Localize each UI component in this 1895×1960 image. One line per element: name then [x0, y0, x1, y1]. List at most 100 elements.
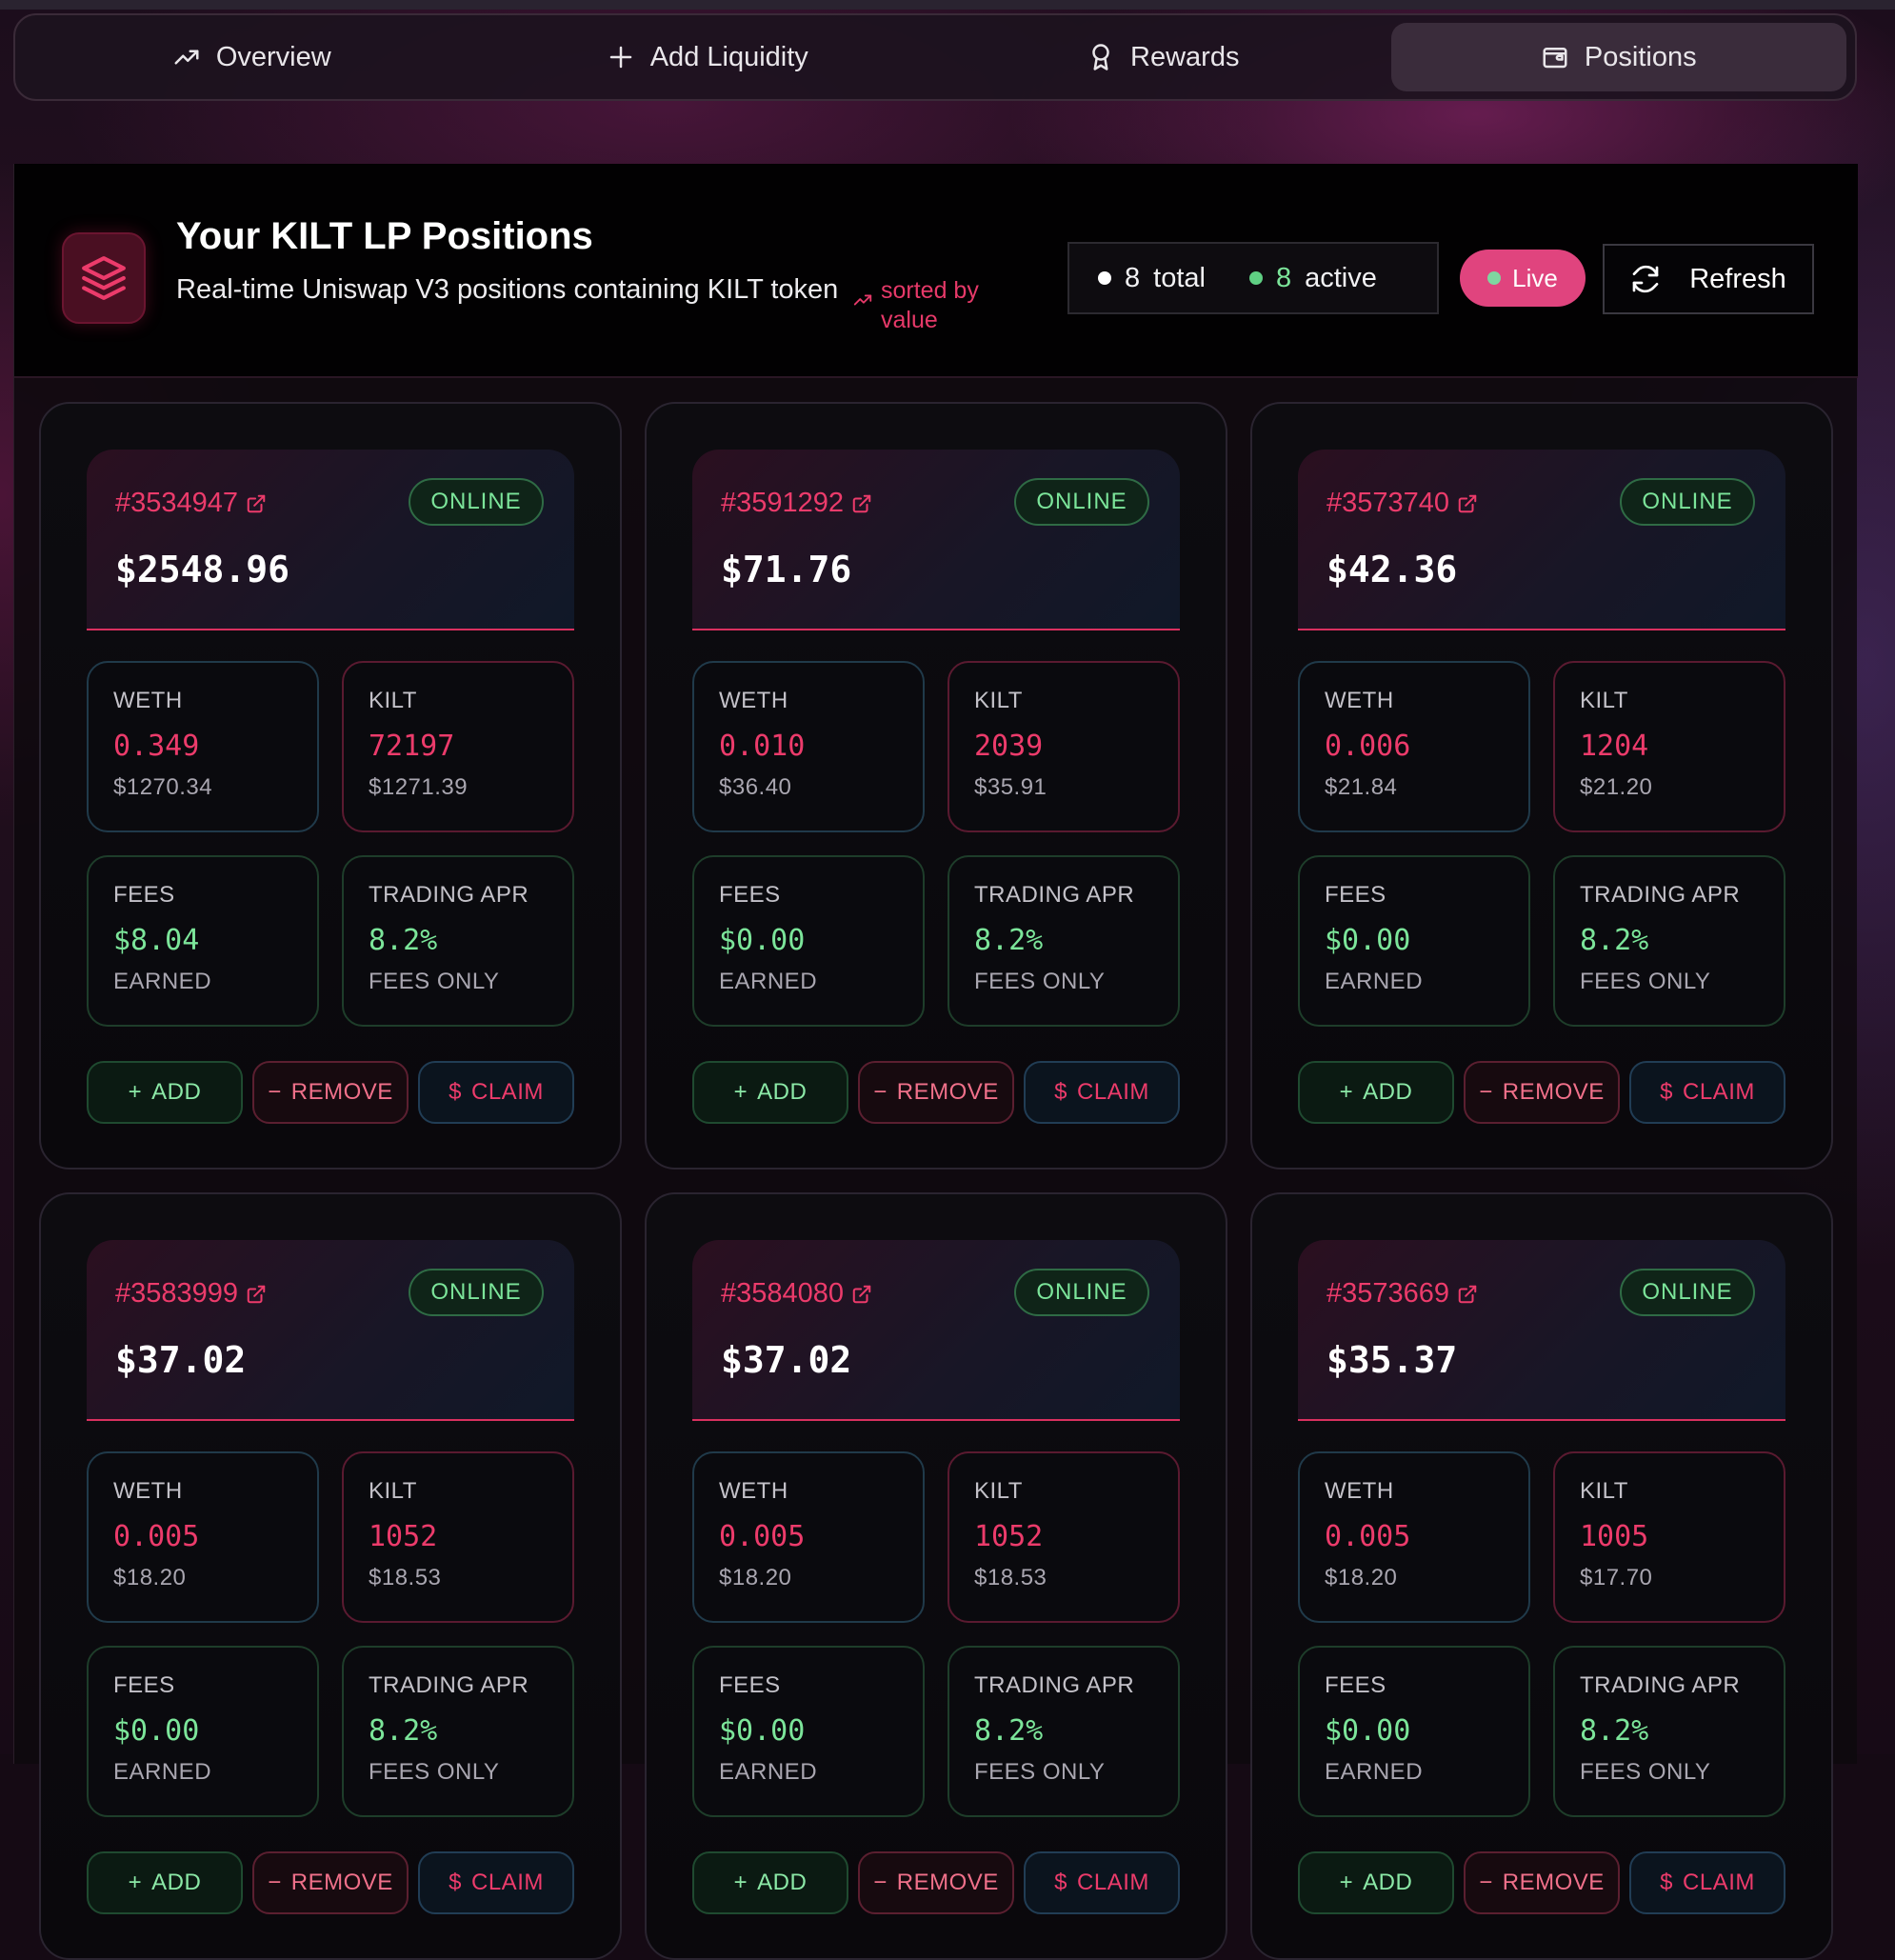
tab-rewards[interactable]: Rewards [935, 23, 1391, 91]
apr-value: 8.2% [974, 1714, 1178, 1748]
claim-label: CLAIM [471, 1079, 544, 1106]
fees-label: FEES [1325, 882, 1528, 909]
kilt-usd: $1271.39 [369, 774, 572, 801]
trend-icon [172, 43, 201, 71]
weth-amount: 0.006 [1325, 730, 1528, 763]
position-id-link[interactable]: #3573669 [1326, 1278, 1478, 1310]
claim-button[interactable]: $ CLAIM [418, 1851, 574, 1914]
dollar-icon: $ [449, 1079, 462, 1106]
remove-label: REMOVE [1503, 1870, 1605, 1896]
apr-value: 8.2% [1580, 924, 1784, 957]
fees-tile: FEES $0.00 EARNED [87, 1646, 319, 1817]
tab-positions[interactable]: Positions [1391, 23, 1847, 91]
position-card-header: #3591292 ONLINE $71.76 [692, 450, 1180, 630]
position-id-link[interactable]: #3573740 [1326, 488, 1478, 519]
fees-label: FEES [1325, 1672, 1528, 1699]
remove-button[interactable]: − REMOVE [858, 1061, 1014, 1124]
fees-amount: $0.00 [1325, 1714, 1528, 1748]
fees-tile: FEES $0.00 EARNED [1298, 1646, 1530, 1817]
position-value: $2548.96 [115, 549, 289, 590]
apr-tile: TRADING APR 8.2% FEES ONLY [948, 1646, 1180, 1817]
claim-label: CLAIM [1077, 1870, 1149, 1896]
total-label: total [1153, 263, 1206, 294]
weth-label: WETH [113, 1478, 317, 1505]
weth-tile: WETH 0.010 $36.40 [692, 661, 925, 832]
external-link-icon [246, 1284, 267, 1305]
position-id-link[interactable]: #3584080 [721, 1278, 872, 1310]
apr-tile: TRADING APR 8.2% FEES ONLY [342, 855, 574, 1027]
position-id-link[interactable]: #3591292 [721, 488, 872, 519]
apr-label: TRADING APR [369, 882, 572, 909]
position-value: $37.02 [721, 1339, 851, 1381]
claim-button[interactable]: $ CLAIM [1629, 1851, 1785, 1914]
sort-indicator: sorted by value [852, 276, 995, 335]
remove-button[interactable]: − REMOVE [252, 1851, 409, 1914]
claim-label: CLAIM [1683, 1079, 1755, 1106]
add-button[interactable]: + ADD [692, 1061, 848, 1124]
kilt-label: KILT [974, 1478, 1178, 1505]
apr-label: TRADING APR [369, 1672, 572, 1699]
active-label: active [1305, 263, 1377, 294]
position-value: $35.37 [1326, 1339, 1457, 1381]
apr-value: 8.2% [1580, 1714, 1784, 1748]
claim-button[interactable]: $ CLAIM [418, 1061, 574, 1124]
remove-button[interactable]: − REMOVE [1464, 1851, 1620, 1914]
kilt-amount: 1052 [974, 1520, 1178, 1553]
claim-button[interactable]: $ CLAIM [1024, 1061, 1180, 1124]
position-id: #3583999 [115, 1278, 238, 1310]
total-stat: 8 total [1098, 263, 1206, 294]
claim-button[interactable]: $ CLAIM [1024, 1851, 1180, 1914]
active-dot-icon [1249, 271, 1263, 285]
plus-icon: + [1340, 1079, 1354, 1106]
kilt-tile: KILT 1052 $18.53 [342, 1451, 574, 1623]
main-nav: Overview Add Liquidity Rewards Positions [13, 13, 1857, 101]
tab-overview[interactable]: Overview [24, 23, 480, 91]
weth-usd: $18.20 [1325, 1565, 1528, 1591]
dollar-icon: $ [1660, 1079, 1673, 1106]
kilt-amount: 72197 [369, 730, 572, 763]
kilt-amount: 2039 [974, 730, 1178, 763]
weth-tile: WETH 0.005 $18.20 [1298, 1451, 1530, 1623]
apr-tile: TRADING APR 8.2% FEES ONLY [1553, 855, 1785, 1027]
position-id-link[interactable]: #3583999 [115, 1278, 267, 1310]
remove-button[interactable]: − REMOVE [252, 1061, 409, 1124]
remove-label: REMOVE [1503, 1079, 1605, 1106]
refresh-label: Refresh [1689, 264, 1786, 295]
tab-label: Overview [216, 42, 331, 73]
kilt-amount: 1052 [369, 1520, 572, 1553]
remove-button[interactable]: − REMOVE [1464, 1061, 1620, 1124]
claim-button[interactable]: $ CLAIM [1629, 1061, 1785, 1124]
position-card-header: #3583999 ONLINE $37.02 [87, 1240, 574, 1421]
remove-label: REMOVE [291, 1079, 393, 1106]
external-link-icon [851, 493, 872, 514]
add-button[interactable]: + ADD [1298, 1851, 1454, 1914]
position-card-header: #3573669 ONLINE $35.37 [1298, 1240, 1785, 1421]
kilt-label: KILT [1580, 1478, 1784, 1505]
fees-tile: FEES $0.00 EARNED [1298, 855, 1530, 1027]
refresh-button[interactable]: Refresh [1603, 244, 1814, 314]
fees-tile: FEES $0.00 EARNED [692, 1646, 925, 1817]
fees-label: FEES [719, 882, 923, 909]
add-button[interactable]: + ADD [87, 1851, 243, 1914]
add-label: ADD [757, 1870, 807, 1896]
kilt-label: KILT [974, 688, 1178, 714]
weth-label: WETH [719, 688, 923, 714]
position-card-header: #3534947 ONLINE $2548.96 [87, 450, 574, 630]
add-button[interactable]: + ADD [692, 1851, 848, 1914]
add-button[interactable]: + ADD [1298, 1061, 1454, 1124]
weth-usd: $18.20 [113, 1565, 317, 1591]
kilt-amount: 1204 [1580, 730, 1784, 763]
live-toggle[interactable]: Live [1460, 250, 1586, 307]
plus-icon: + [734, 1079, 748, 1106]
apr-label: TRADING APR [1580, 882, 1784, 909]
status-badge: ONLINE [409, 1269, 544, 1316]
active-stat: 8 active [1249, 263, 1377, 294]
add-button[interactable]: + ADD [87, 1061, 243, 1124]
remove-button[interactable]: − REMOVE [858, 1851, 1014, 1914]
weth-amount: 0.349 [113, 730, 317, 763]
minus-icon: − [873, 1079, 888, 1106]
tab-add-liquidity[interactable]: Add Liquidity [480, 23, 936, 91]
position-id-link[interactable]: #3534947 [115, 488, 267, 519]
fees-sub: EARNED [113, 969, 317, 995]
tab-label: Positions [1585, 42, 1697, 73]
